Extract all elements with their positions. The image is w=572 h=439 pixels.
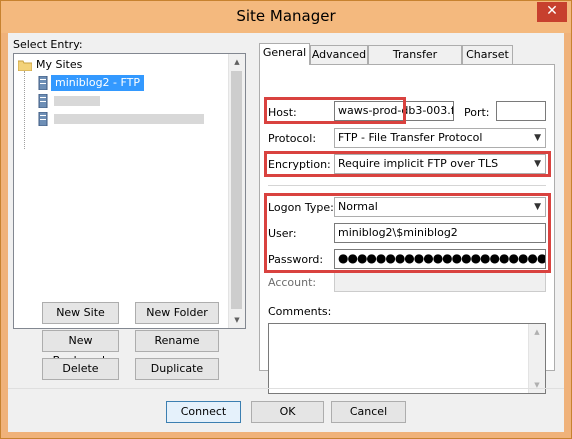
scroll-thumb[interactable] — [231, 71, 242, 309]
general-panel: Host: waws-prod-db3-003.ftp Port: Protoc… — [259, 64, 555, 394]
rename-button[interactable]: Rename — [135, 330, 219, 352]
footer-separator — [8, 388, 564, 389]
tab-charset[interactable]: Charset — [462, 45, 513, 64]
tree-root-my-sites[interactable]: My Sites — [36, 58, 82, 71]
delete-button[interactable]: Delete — [42, 358, 119, 380]
comments-label: Comments: — [268, 305, 332, 318]
account-input[interactable] — [334, 272, 546, 292]
server-icon — [38, 93, 48, 109]
tree-item-miniblog2[interactable]: miniblog2 - FTP — [51, 75, 144, 91]
window-title: Site Manager — [236, 7, 336, 25]
separator — [268, 185, 546, 186]
cancel-button[interactable]: Cancel — [331, 401, 406, 423]
title-bar: Site Manager ✕ — [1, 1, 571, 33]
credentials-highlight — [264, 193, 551, 273]
comments-textarea[interactable]: ▲ ▼ — [268, 323, 546, 394]
scroll-up-icon[interactable]: ▲ — [529, 324, 545, 340]
scroll-down-icon[interactable]: ▼ — [529, 377, 545, 393]
site-manager-window: Site Manager ✕ Select Entry: My Sites mi… — [0, 0, 572, 439]
protocol-value: FTP - File Transfer Protocol — [338, 131, 483, 144]
tree-scrollbar[interactable]: ▲ ▼ — [228, 54, 245, 328]
duplicate-button[interactable]: Duplicate — [135, 358, 219, 380]
dialog-body: Select Entry: My Sites miniblog2 - FTP ▲… — [8, 33, 564, 432]
port-input[interactable] — [496, 101, 546, 121]
new-site-button[interactable]: New Site — [42, 302, 119, 324]
tab-advanced[interactable]: Advanced — [310, 45, 368, 64]
select-entry-label: Select Entry: — [13, 38, 83, 51]
new-folder-button[interactable]: New Folder — [135, 302, 219, 324]
site-tree[interactable]: My Sites miniblog2 - FTP ▲ ▼ — [13, 53, 246, 329]
redacted-tree-item[interactable] — [54, 114, 204, 124]
scroll-up-icon[interactable]: ▲ — [229, 54, 245, 70]
connect-button[interactable]: Connect — [166, 401, 241, 423]
tree-line — [24, 71, 26, 149]
protocol-label: Protocol: — [268, 132, 317, 145]
server-icon — [38, 75, 48, 91]
protocol-select[interactable]: FTP - File Transfer Protocol ▼ — [334, 128, 546, 148]
server-icon — [38, 111, 48, 127]
account-label: Account: — [268, 276, 317, 289]
scroll-down-icon[interactable]: ▼ — [229, 312, 245, 328]
folder-icon — [17, 59, 33, 72]
port-label: Port: — [464, 106, 490, 119]
close-icon[interactable]: ✕ — [537, 2, 567, 22]
chevron-down-icon: ▼ — [534, 133, 541, 143]
redacted-tree-item[interactable] — [54, 96, 100, 106]
new-bookmark-button[interactable]: New Bookmark — [42, 330, 119, 367]
tab-transfer-settings[interactable]: Transfer Settings — [368, 45, 462, 78]
ok-button[interactable]: OK — [251, 401, 324, 423]
host-highlight — [264, 97, 406, 124]
encryption-highlight — [264, 151, 551, 177]
comments-scrollbar[interactable]: ▲ ▼ — [528, 324, 545, 393]
tab-general[interactable]: General — [259, 43, 310, 65]
